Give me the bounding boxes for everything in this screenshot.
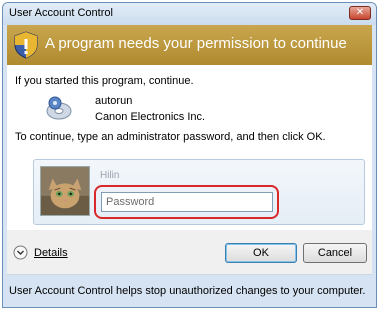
warning-banner: A program needs your permission to conti… — [7, 25, 372, 65]
banner-text: A program needs your permission to conti… — [45, 35, 347, 52]
cancel-button[interactable]: Cancel — [303, 243, 367, 263]
close-icon: ✕ — [355, 7, 365, 18]
program-name: autorun — [95, 95, 133, 107]
button-bar: Details OK Cancel — [7, 230, 372, 274]
footer-info-text: User Account Control helps stop unauthor… — [9, 285, 366, 297]
footer-divider — [7, 274, 372, 275]
shield-icon — [14, 31, 38, 59]
program-publisher: Canon Electronics Inc. — [95, 111, 206, 123]
title-bar: User Account Control ✕ — [3, 3, 376, 25]
ok-button[interactable]: OK — [225, 243, 297, 263]
program-disc-icon — [46, 96, 72, 120]
uac-dialog: User Account Control ✕ A program needs y… — [2, 2, 377, 308]
instruction-continue: If you started this program, continue. — [15, 75, 194, 87]
instruction-password: To continue, type an administrator passw… — [15, 131, 326, 143]
close-button[interactable]: ✕ — [349, 6, 371, 20]
details-button[interactable]: Details — [13, 245, 68, 260]
details-label: Details — [34, 246, 68, 259]
chevron-down-icon — [13, 245, 28, 260]
password-input[interactable] — [101, 192, 273, 212]
window-title: User Account Control — [9, 7, 113, 19]
content-area: If you started this program, continue. a… — [7, 65, 372, 230]
credential-tile[interactable]: Hilin — [33, 159, 365, 225]
user-avatar-cat — [40, 166, 90, 216]
user-name: Hilin — [100, 170, 120, 181]
